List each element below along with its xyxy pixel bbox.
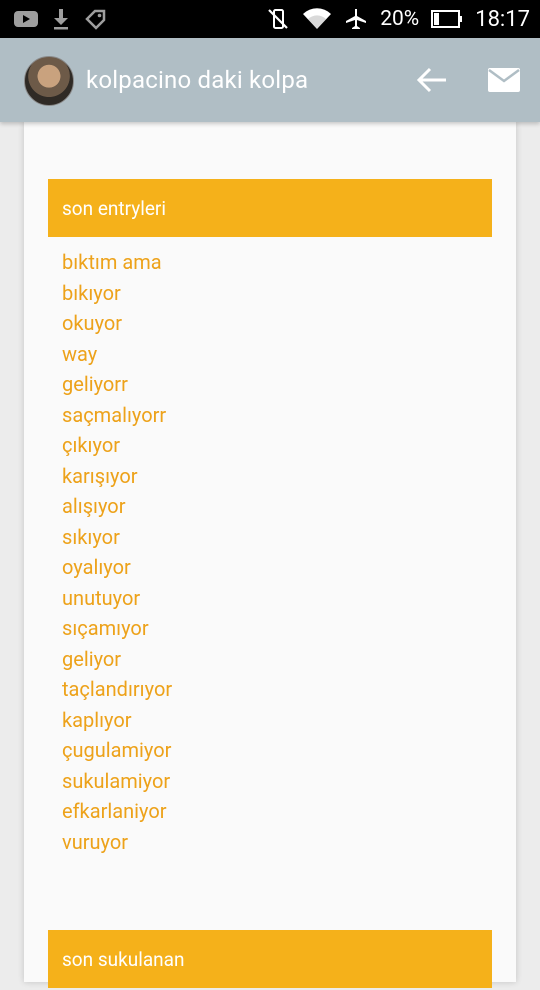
entry-link[interactable]: sıçamıyor: [48, 613, 492, 644]
messages-button[interactable]: [486, 66, 522, 94]
airplane-mode-icon: [344, 7, 368, 31]
entry-link[interactable]: karışıyor: [48, 461, 492, 492]
entry-link[interactable]: geliyorr: [48, 369, 492, 400]
entry-link[interactable]: saçmalıyorr: [48, 400, 492, 431]
entry-link[interactable]: alışıyor: [48, 491, 492, 522]
section-header: son entryleri: [48, 179, 492, 237]
arrow-back-icon: [414, 67, 450, 100]
section-header: son sukulanan: [48, 930, 492, 988]
profile-card: son entryleri bıktım ama bıkıyor okuyor …: [24, 122, 516, 988]
clock: 18:17: [475, 6, 530, 32]
entry-link[interactable]: sıkıyor: [48, 522, 492, 553]
entry-link[interactable]: sukulamiyor: [48, 766, 492, 797]
entry-list: bıktım ama bıkıyor okuyor way geliyorr s…: [48, 247, 492, 857]
wifi-icon: [302, 8, 332, 30]
entry-link[interactable]: çugulamiyor: [48, 735, 492, 766]
entry-link[interactable]: bıkıyor: [48, 278, 492, 309]
recently-sucked-section: son sukulanan: [48, 930, 492, 988]
tag-icon: [84, 7, 108, 31]
avatar[interactable]: [24, 56, 74, 106]
entry-link[interactable]: unutuyor: [48, 583, 492, 614]
mail-icon: [486, 68, 522, 98]
back-button[interactable]: [414, 64, 450, 96]
battery-percent: 20%: [380, 7, 420, 31]
entry-link[interactable]: way: [48, 339, 492, 370]
entry-link[interactable]: efkarlaniyor: [48, 796, 492, 827]
app-bar: kolpacino daki kolpa: [0, 38, 540, 122]
entry-link[interactable]: vuruyor: [48, 827, 492, 858]
status-right: 20% 18:17: [266, 0, 530, 38]
battery-icon: [431, 9, 463, 29]
entry-link[interactable]: kaplıyor: [48, 705, 492, 736]
status-left: [14, 0, 108, 38]
status-bar: 20% 18:17: [0, 0, 540, 38]
recent-entries-section: son entryleri bıktım ama bıkıyor okuyor …: [48, 179, 492, 857]
page-title: kolpacino daki kolpa: [86, 66, 309, 94]
entry-link[interactable]: bıktım ama: [48, 247, 492, 278]
entry-link[interactable]: geliyor: [48, 644, 492, 675]
entry-link[interactable]: okuyor: [48, 308, 492, 339]
download-icon: [52, 8, 70, 30]
vibrate-off-icon: [266, 7, 290, 31]
entry-link[interactable]: taçlandırıyor: [48, 674, 492, 705]
youtube-notification-icon: [14, 10, 38, 28]
entry-link[interactable]: oyalıyor: [48, 552, 492, 583]
entry-link[interactable]: çıkıyor: [48, 430, 492, 461]
